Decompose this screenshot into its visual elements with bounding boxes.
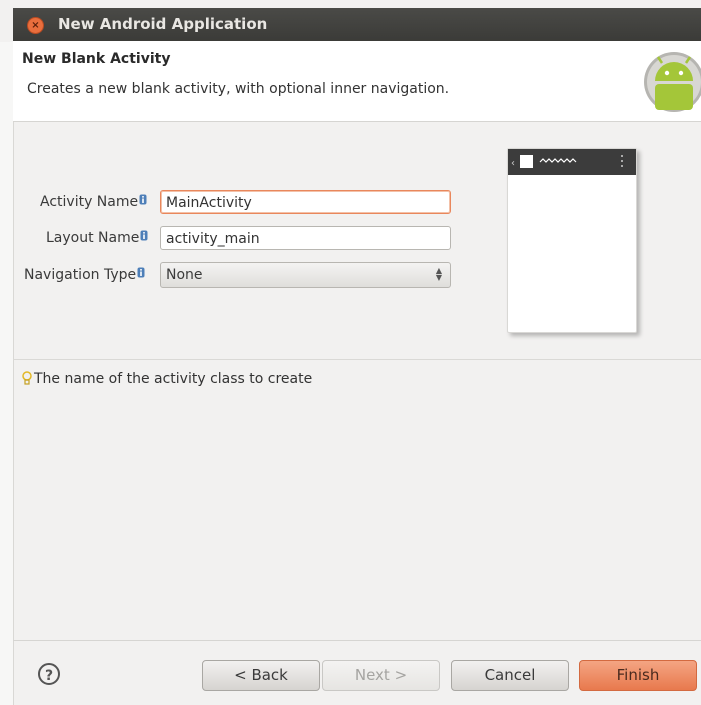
layout-name-input[interactable]: activity_main bbox=[160, 226, 451, 250]
svg-text:‹: ‹ bbox=[511, 158, 515, 169]
finish-button[interactable]: Finish bbox=[579, 660, 697, 691]
page-title: New Blank Activity bbox=[22, 51, 171, 67]
window-title: New Android Application bbox=[58, 15, 268, 33]
close-icon: × bbox=[31, 20, 40, 31]
activity-preview: ‹ bbox=[507, 148, 637, 333]
activity-name-label-text: Activity Name bbox=[40, 194, 139, 210]
dialog-window: × New Android Application New Blank Acti… bbox=[0, 0, 701, 705]
close-button[interactable]: × bbox=[27, 17, 44, 34]
info-icon bbox=[137, 267, 145, 278]
footer-divider bbox=[13, 640, 701, 641]
navigation-type-select[interactable]: None ▲ ▼ bbox=[160, 262, 451, 288]
hint-message: The name of the activity class to create bbox=[22, 371, 312, 387]
navigation-type-label: Navigation Type bbox=[24, 267, 145, 283]
form-area: Activity Name MainActivity Layout Name a… bbox=[13, 122, 701, 358]
layout-name-label: Layout Name bbox=[46, 230, 148, 246]
divider bbox=[13, 359, 701, 360]
lightbulb-icon bbox=[22, 371, 32, 385]
navigation-type-label-text: Navigation Type bbox=[24, 267, 137, 283]
window-edge bbox=[0, 42, 14, 705]
android-logo-icon bbox=[644, 52, 701, 112]
help-button[interactable]: ? bbox=[38, 663, 60, 685]
preview-action-bar: ‹ bbox=[508, 149, 636, 175]
info-icon bbox=[140, 230, 148, 241]
cancel-button[interactable]: Cancel bbox=[451, 660, 569, 691]
activity-name-input[interactable]: MainActivity bbox=[160, 190, 451, 214]
info-icon bbox=[139, 194, 147, 205]
chevron-updown-icon: ▲ ▼ bbox=[435, 266, 442, 282]
title-bar: × New Android Application bbox=[13, 8, 701, 41]
navigation-type-value: None bbox=[166, 267, 203, 283]
next-button[interactable]: Next > bbox=[322, 660, 440, 691]
wizard-header: New Blank Activity Creates a new blank a… bbox=[13, 41, 701, 122]
preview-action-bar-icons: ‹ bbox=[511, 155, 623, 169]
back-button[interactable]: < Back bbox=[202, 660, 320, 691]
page-description: Creates a new blank activity, with optio… bbox=[27, 81, 450, 97]
layout-name-label-text: Layout Name bbox=[46, 230, 140, 246]
activity-name-label: Activity Name bbox=[40, 194, 147, 210]
hint-text: The name of the activity class to create bbox=[34, 371, 313, 387]
help-icon: ? bbox=[44, 668, 54, 684]
